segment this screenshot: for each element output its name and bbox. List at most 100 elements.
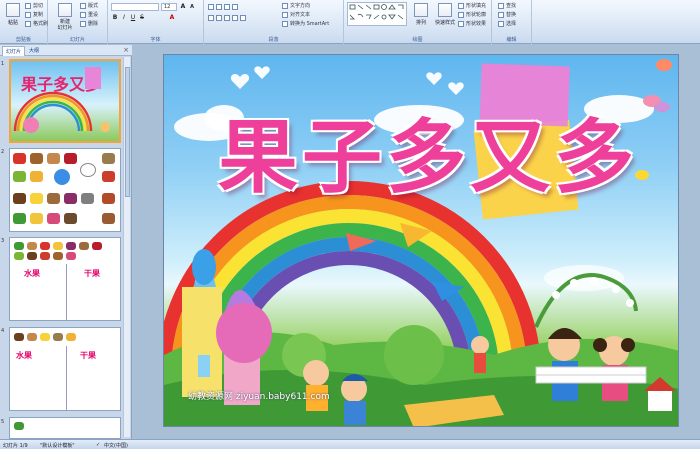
tab-outline[interactable]: 大纲 <box>26 46 42 56</box>
format-painter-button[interactable]: 格式刷 <box>25 20 48 27</box>
select-button[interactable]: 选择 <box>498 20 516 27</box>
copy-button[interactable]: 复制 <box>25 11 43 18</box>
scrollbar-thumb[interactable] <box>125 67 130 197</box>
align-text-button[interactable]: 对齐文本 <box>282 11 310 18</box>
smartart-button[interactable]: 转换为 SmartArt <box>282 20 329 27</box>
fruit-image <box>27 333 37 341</box>
slide-thumbnail-2[interactable] <box>9 148 121 232</box>
smartart-icon <box>282 20 288 27</box>
fruit-image <box>13 171 26 182</box>
bold-button[interactable]: B <box>111 14 119 22</box>
clipboard-group: 粘贴 剪切 复制 格式刷 剪贴板 <box>0 0 48 44</box>
fruit-image <box>53 333 63 341</box>
shape-gallery[interactable] <box>347 2 407 26</box>
fruit-image <box>30 153 43 164</box>
brush-icon <box>25 20 31 27</box>
text-direction-button[interactable]: 文字方向 <box>282 2 310 9</box>
fruit-image <box>47 153 60 164</box>
child-character <box>303 360 329 411</box>
find-button[interactable]: 查找 <box>498 2 516 9</box>
bench <box>535 366 647 376</box>
fruit-image <box>30 171 43 182</box>
theme-name[interactable]: "默认设计模板" <box>40 442 75 449</box>
delete-slide-button[interactable]: 删除 <box>80 20 98 27</box>
shapes-icon <box>349 4 404 20</box>
ribbon: 粘贴 剪切 复制 格式刷 剪贴板 新建 幻灯片 版式 重设 删除 幻灯片 12 <box>0 0 700 44</box>
fruit-image <box>14 422 24 430</box>
thumbnail-scrollbar[interactable] <box>123 57 130 437</box>
spellcheck-icon[interactable]: ✓ <box>96 442 100 448</box>
slide-title[interactable]: 果子多又多 <box>218 93 638 209</box>
cut-button[interactable]: 剪切 <box>25 2 43 9</box>
close-icon[interactable]: × <box>123 46 129 54</box>
reset-icon <box>80 11 86 18</box>
font-color-icon[interactable]: A <box>168 14 176 22</box>
outline-icon <box>458 11 464 18</box>
status-bar: 幻灯片 1/9 "默认设计模板" ✓ 中文(中国) <box>0 439 700 449</box>
editing-group: 查找 替换 选择 编辑 <box>492 0 532 44</box>
group-label-font: 字体 <box>150 37 161 43</box>
group-label-drawing: 绘图 <box>412 37 423 43</box>
slide-thumbnail-5[interactable] <box>9 417 121 439</box>
fruit-image <box>66 333 76 341</box>
fruit-image <box>14 242 24 250</box>
fruit-image <box>102 193 115 204</box>
group-label-editing: 编辑 <box>506 37 517 43</box>
fruit-image <box>102 213 115 224</box>
slide-thumbnail-3[interactable]: 水果 干果 <box>9 237 121 321</box>
slide-counter: 幻灯片 1/9 <box>3 443 28 449</box>
italic-button[interactable]: I <box>120 14 128 22</box>
slide-editor: 果子多又多 幼教资源网 ziyuan.baby611.com <box>133 45 700 439</box>
replace-icon <box>498 11 504 18</box>
quick-styles-button[interactable]: 快速样式 <box>432 2 458 34</box>
fruit-image <box>14 333 24 341</box>
strikethrough-icon[interactable]: S <box>138 14 146 22</box>
tab-slides[interactable]: 幻灯片 <box>2 46 26 56</box>
fruit-image <box>40 252 50 260</box>
fruit-image <box>14 252 24 260</box>
arrange-button[interactable]: 排列 <box>410 2 432 34</box>
slide-canvas[interactable]: 果子多又多 幼教资源网 ziyuan.baby611.com <box>163 54 679 427</box>
new-slide-icon <box>58 3 72 17</box>
fruit-image <box>66 252 76 260</box>
fruit-image <box>13 193 26 204</box>
speech-bubble <box>80 163 96 177</box>
replace-button[interactable]: 替换 <box>498 11 516 18</box>
fruit-label: 水果 <box>16 351 32 360</box>
dried-fruit-label: 干果 <box>84 269 100 278</box>
language-status[interactable]: 中文(中国) <box>104 442 128 449</box>
reset-button[interactable]: 重设 <box>80 11 98 18</box>
cursor-icon <box>498 20 504 27</box>
column-divider <box>66 264 67 320</box>
fruit-image <box>102 153 115 164</box>
underline-button[interactable]: U <box>129 14 137 22</box>
align-icons[interactable] <box>208 14 246 21</box>
shrink-font-icon[interactable]: A <box>188 3 196 11</box>
font-name-combo[interactable] <box>111 3 159 11</box>
delete-icon <box>80 20 86 27</box>
slide-thumbnail-4[interactable]: 水果 干果 <box>9 327 121 411</box>
bullets-icon[interactable] <box>208 3 238 10</box>
fruit-image <box>30 213 43 224</box>
layout-button[interactable]: 版式 <box>80 2 98 9</box>
new-slide-button[interactable]: 新建 幻灯片 <box>53 2 77 34</box>
slide-number: 3 <box>1 238 5 244</box>
shape-fill-button[interactable]: 形状填充 <box>458 2 486 9</box>
fill-icon <box>458 2 464 9</box>
fruit-image <box>13 153 26 164</box>
shape-outline-button[interactable]: 形状轮廓 <box>458 11 486 18</box>
copy-icon <box>25 11 31 18</box>
grow-font-icon[interactable]: A <box>179 3 187 11</box>
vine <box>534 273 638 328</box>
fruit-image <box>66 242 76 250</box>
group-label-paragraph: 段落 <box>268 37 279 43</box>
fruit-image <box>40 242 50 250</box>
column-divider <box>66 346 67 410</box>
font-size-combo[interactable]: 12 <box>161 3 177 11</box>
fruit-image <box>92 242 102 250</box>
rainbow-icon <box>13 67 110 133</box>
child-character <box>548 328 582 401</box>
shape-effects-button[interactable]: 形状效果 <box>458 20 486 27</box>
slide-thumbnail-1[interactable]: 果子多又多 <box>9 59 121 143</box>
paste-button[interactable]: 粘贴 <box>2 2 24 34</box>
